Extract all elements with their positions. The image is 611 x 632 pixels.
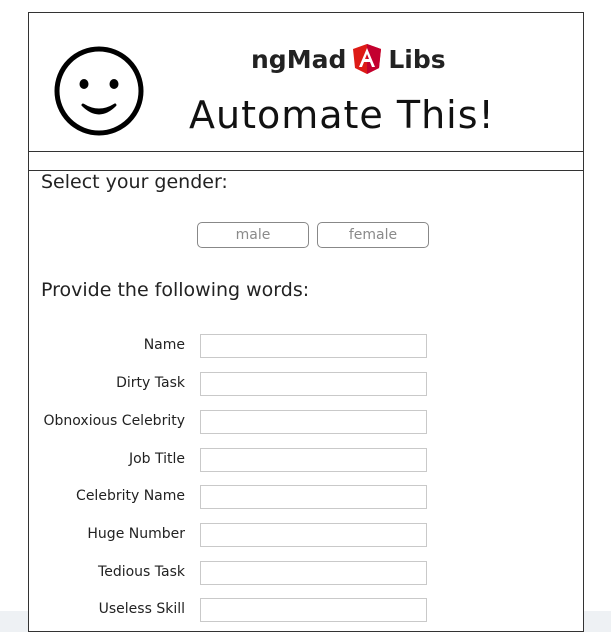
app-frame: ngMad Libs Automate This! Select your ge…: [28, 12, 584, 632]
app-header: ngMad Libs Automate This!: [29, 13, 583, 152]
form-row-obnoxious-celebrity: Obnoxious Celebrity: [29, 410, 429, 434]
job-title-label: Job Title: [128, 451, 185, 467]
form-row-useless-skill: Useless Skill: [29, 598, 429, 622]
angular-shield-icon: [353, 44, 382, 74]
name-label: Name: [143, 337, 185, 353]
smiley-face-icon: [54, 46, 144, 136]
huge-number-input[interactable]: [200, 523, 427, 547]
form-row-tedious-task: Tedious Task: [29, 561, 429, 585]
obnoxious-celebrity-label: Obnoxious Celebrity: [43, 413, 185, 429]
page-title: Automate This!: [189, 93, 495, 137]
useless-skill-label: Useless Skill: [98, 601, 185, 617]
dirty-task-input[interactable]: [200, 372, 427, 396]
name-input[interactable]: [200, 334, 427, 358]
brand-text-left: ngMad: [251, 44, 347, 74]
celebrity-name-label: Celebrity Name: [76, 488, 185, 504]
gender-heading: Select your gender:: [41, 171, 228, 193]
job-title-input[interactable]: [200, 448, 427, 472]
obnoxious-celebrity-input[interactable]: [200, 410, 427, 434]
huge-number-label: Huge Number: [87, 526, 185, 542]
form-row-celebrity-name: Celebrity Name: [29, 485, 429, 509]
dirty-task-label: Dirty Task: [116, 375, 185, 391]
tedious-task-input[interactable]: [200, 561, 427, 585]
form-row-dirty-task: Dirty Task: [29, 372, 429, 396]
male-button[interactable]: male: [197, 222, 309, 248]
tedious-task-label: Tedious Task: [98, 564, 185, 580]
words-heading: Provide the following words:: [41, 279, 310, 301]
form-row-huge-number: Huge Number: [29, 523, 429, 547]
celebrity-name-input[interactable]: [200, 485, 427, 509]
header-divider: [29, 152, 583, 171]
form-row-job-title: Job Title: [29, 448, 429, 472]
gender-selector: male female: [197, 222, 429, 248]
useless-skill-input[interactable]: [200, 598, 427, 622]
brand-text-right: Libs: [388, 44, 446, 74]
brand-logo: ngMad Libs: [251, 41, 446, 77]
form-row-name: Name: [29, 334, 429, 358]
female-button[interactable]: female: [317, 222, 429, 248]
